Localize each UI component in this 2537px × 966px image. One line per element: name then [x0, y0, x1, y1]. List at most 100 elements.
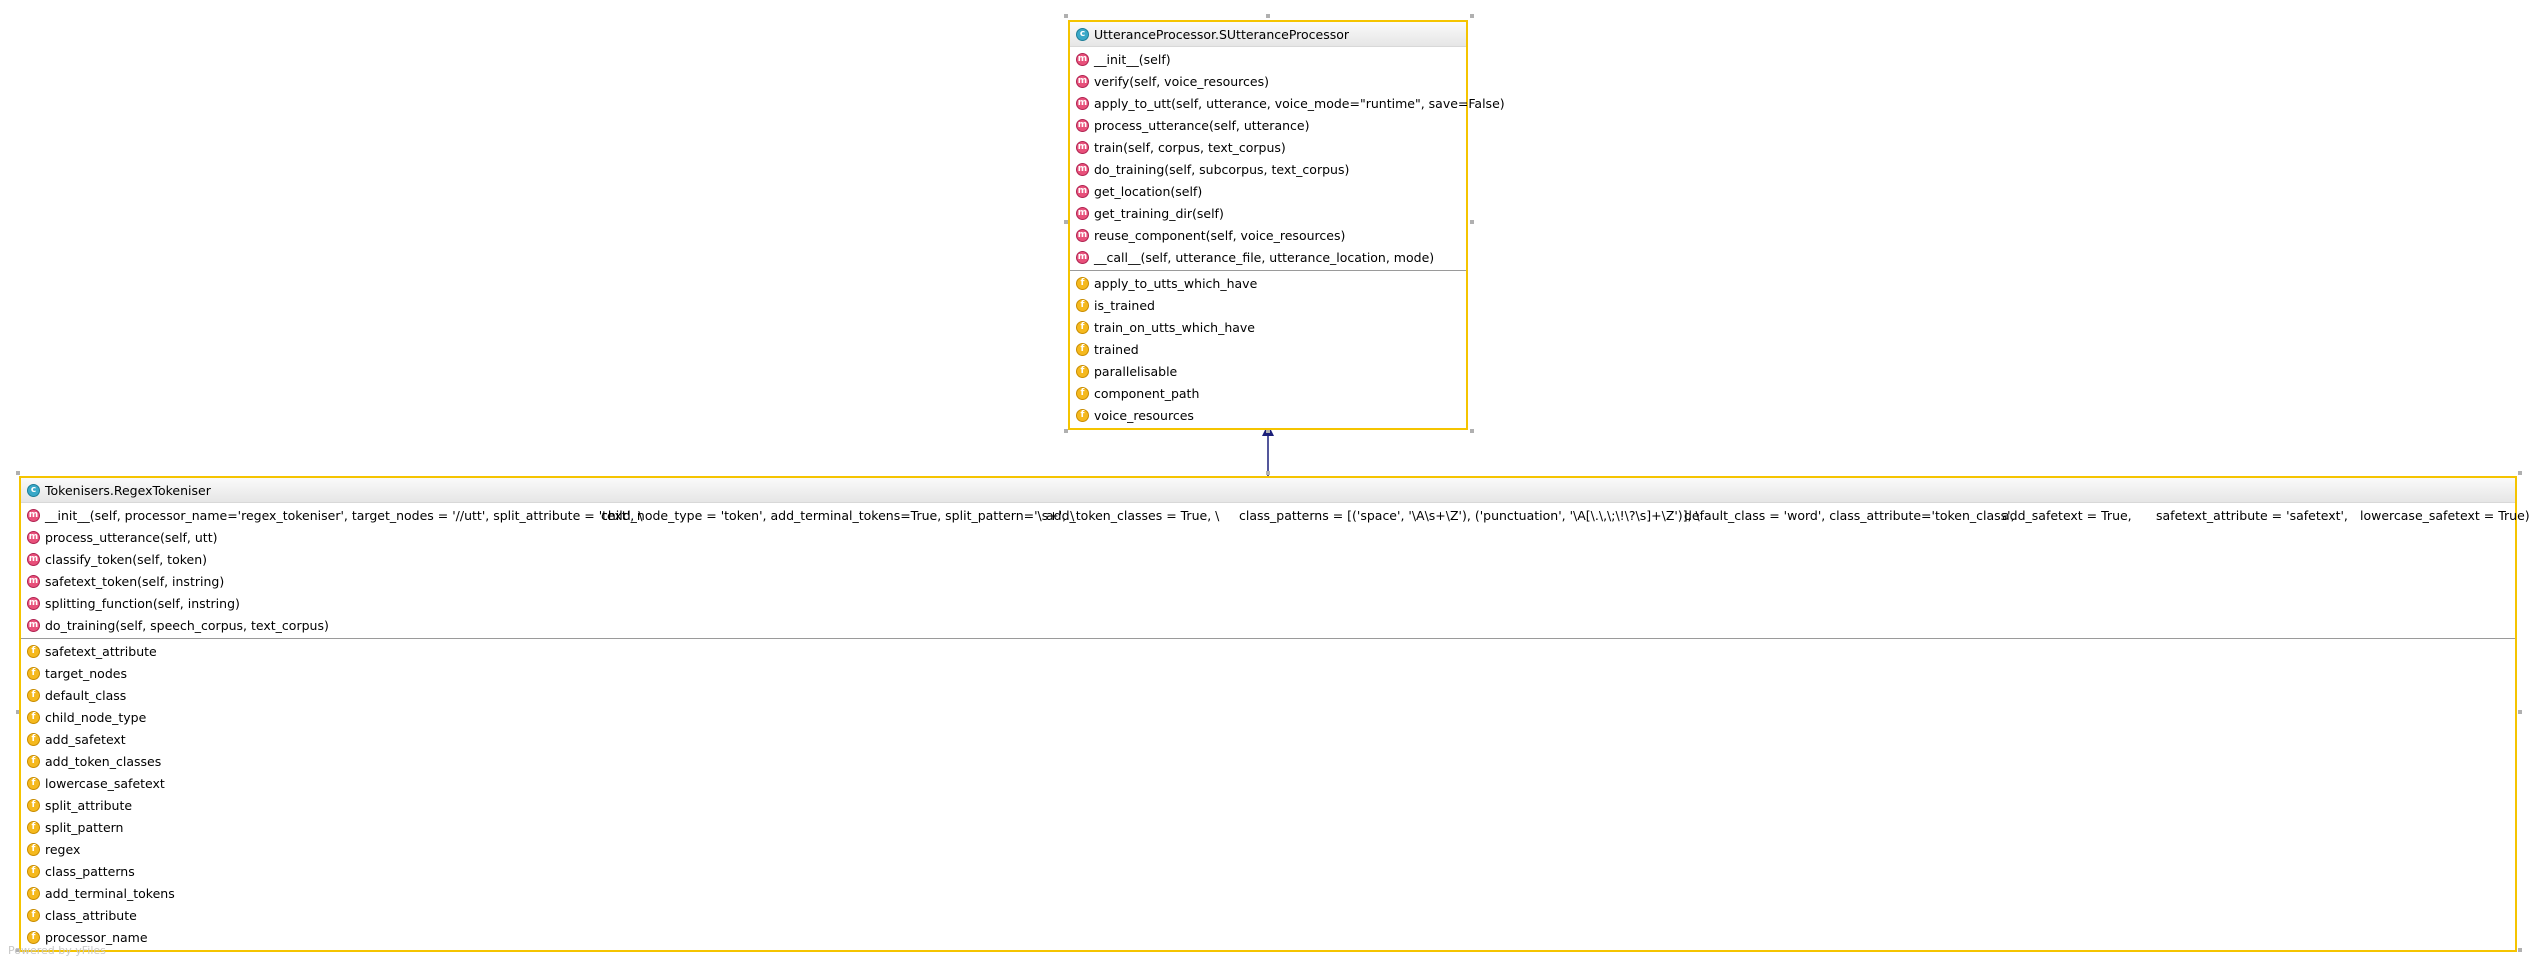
method-item[interactable]: m reuse_component(self, voice_resources) — [1070, 224, 1466, 246]
resize-handle[interactable] — [16, 471, 20, 475]
field-item[interactable]: f train_on_utts_which_have — [1070, 316, 1466, 338]
resize-handle[interactable] — [1470, 14, 1474, 18]
class-header[interactable]: c Tokenisers.RegexTokeniser — [21, 478, 2515, 503]
method-item[interactable]: m __init__(self) — [1070, 48, 1466, 70]
resize-handle[interactable] — [2518, 948, 2522, 952]
field-item[interactable]: f processor_name — [21, 926, 2515, 948]
method-label: get_training_dir(self) — [1094, 205, 1224, 221]
method-item[interactable]: m __call__(self, utterance_file, utteranc… — [1070, 246, 1466, 268]
field-icon: f — [27, 864, 40, 878]
resize-handle[interactable] — [1470, 220, 1474, 224]
field-label: trained — [1094, 341, 1139, 357]
field-item[interactable]: f target_nodes — [21, 662, 2515, 684]
class-name: UtteranceProcessor.SUtteranceProcessor — [1094, 26, 1350, 42]
method-item[interactable]: m get_training_dir(self) — [1070, 202, 1466, 224]
field-item[interactable]: f safetext_attribute — [21, 640, 2515, 662]
resize-handle[interactable] — [1064, 14, 1068, 18]
field-icon: f — [27, 820, 40, 834]
method-label: do_training(self, subcorpus, text_corpus… — [1094, 161, 1350, 177]
method-icon: m — [1076, 52, 1089, 66]
method-icon: m — [27, 618, 40, 632]
resize-handle[interactable] — [1470, 429, 1474, 433]
method-icon: m — [27, 552, 40, 566]
method-label: __init__(self) — [1094, 51, 1171, 67]
field-label: regex — [45, 841, 81, 857]
method-label: safetext_token(self, instring) — [45, 573, 225, 589]
resize-handle[interactable] — [2518, 710, 2522, 714]
class-name: Tokenisers.RegexTokeniser — [45, 482, 211, 498]
field-item[interactable]: f apply_to_utts_which_have — [1070, 272, 1466, 294]
field-item[interactable]: f add_safetext — [21, 728, 2515, 750]
field-label: processor_name — [45, 929, 148, 945]
method-icon: m — [1076, 140, 1089, 154]
field-item[interactable]: f add_token_classes — [21, 750, 2515, 772]
field-icon: f — [1076, 276, 1089, 290]
footer-text: Powered by yFiles — [8, 944, 106, 957]
method-list: m process_utterance(self, utt) m classify_t… — [21, 526, 2515, 636]
field-item[interactable]: f split_attribute — [21, 794, 2515, 816]
resize-handle[interactable] — [1266, 471, 1270, 475]
method-label: apply_to_utt(self, utterance, voice_mode… — [1094, 95, 1505, 111]
field-item[interactable]: f is_trained — [1070, 294, 1466, 316]
method-icon: m — [27, 596, 40, 610]
method-item[interactable]: m process_utterance(self, utt) — [21, 526, 2515, 548]
field-label: class_attribute — [45, 907, 137, 923]
method-item[interactable]: m get_location(self) — [1070, 180, 1466, 202]
field-icon: f — [27, 930, 40, 944]
method-label: reuse_component(self, voice_resources) — [1094, 227, 1346, 243]
resize-handle[interactable] — [2518, 471, 2522, 475]
resize-handle[interactable] — [1266, 14, 1270, 18]
init-signature-part: add_token_classes = True, \ — [1046, 507, 1220, 523]
method-label: process_utterance(self, utt) — [45, 529, 218, 545]
field-label: voice_resources — [1094, 407, 1194, 423]
method-item-init[interactable]: m __init__(self, processor_name='regex_t… — [21, 504, 2530, 526]
method-icon: m — [1076, 118, 1089, 132]
field-icon: f — [27, 842, 40, 856]
method-item[interactable]: m splitting_function(self, instring) — [21, 592, 2515, 614]
method-item[interactable]: m classify_token(self, token) — [21, 548, 2515, 570]
field-item[interactable]: f class_patterns — [21, 860, 2515, 882]
field-icon: f — [1076, 320, 1089, 334]
method-item[interactable]: m do_training(self, speech_corpus, text_c… — [21, 614, 2515, 636]
methods-section: m __init__(self) m verify(self, voice_resou… — [1070, 47, 1505, 270]
method-item[interactable]: m process_utterance(self, utterance) — [1070, 114, 1466, 136]
field-item[interactable]: f lowercase_safetext — [21, 772, 2515, 794]
field-item[interactable]: f trained — [1070, 338, 1466, 360]
field-item[interactable]: f add_terminal_tokens — [21, 882, 2515, 904]
field-item[interactable]: f split_pattern — [21, 816, 2515, 838]
field-label: add_terminal_tokens — [45, 885, 175, 901]
field-item[interactable]: f regex — [21, 838, 2515, 860]
class-header[interactable]: c UtteranceProcessor.SUtteranceProcessor — [1070, 22, 1466, 47]
method-label: get_location(self) — [1094, 183, 1203, 199]
method-label: process_utterance(self, utterance) — [1094, 117, 1310, 133]
method-label: train(self, corpus, text_corpus) — [1094, 139, 1286, 155]
field-icon: f — [27, 644, 40, 658]
field-icon: f — [27, 732, 40, 746]
method-item[interactable]: m do_training(self, subcorpus, text_corpu… — [1070, 158, 1466, 180]
field-label: class_patterns — [45, 863, 135, 879]
method-item[interactable]: m safetext_token(self, instring) — [21, 570, 2515, 592]
class-node-sutteranceprocessor[interactable]: c UtteranceProcessor.SUtteranceProcessor… — [1068, 20, 1505, 430]
init-signature-part: safetext_attribute = 'safetext', — [2156, 507, 2348, 523]
field-item[interactable]: f voice_resources — [1070, 404, 1466, 426]
field-label: lowercase_safetext — [45, 775, 165, 791]
fields-section: f safetext_attribute f target_nodes f default… — [21, 638, 2515, 950]
method-item[interactable]: m train(self, corpus, text_corpus) — [1070, 136, 1466, 158]
field-icon: f — [27, 908, 40, 922]
field-item[interactable]: f parallelisable — [1070, 360, 1466, 382]
field-label: target_nodes — [45, 665, 127, 681]
field-label: apply_to_utts_which_have — [1094, 275, 1258, 291]
method-item[interactable]: m apply_to_utt(self, utterance, voice_mod… — [1070, 92, 1505, 114]
class-node-regextokeniser[interactable]: c Tokenisers.RegexTokeniser m __init__(s… — [19, 476, 2530, 952]
field-item[interactable]: f default_class — [21, 684, 2515, 706]
method-item[interactable]: m verify(self, voice_resources) — [1070, 70, 1466, 92]
method-icon: m — [1076, 162, 1089, 176]
field-item[interactable]: f class_attribute — [21, 904, 2515, 926]
field-label: safetext_attribute — [45, 643, 157, 659]
class-icon: c — [1076, 27, 1089, 41]
field-item[interactable]: f child_node_type — [21, 706, 2515, 728]
field-item[interactable]: f component_path — [1070, 382, 1466, 404]
field-label: add_token_classes — [45, 753, 162, 769]
method-icon: m — [1076, 184, 1089, 198]
field-icon: f — [27, 666, 40, 680]
